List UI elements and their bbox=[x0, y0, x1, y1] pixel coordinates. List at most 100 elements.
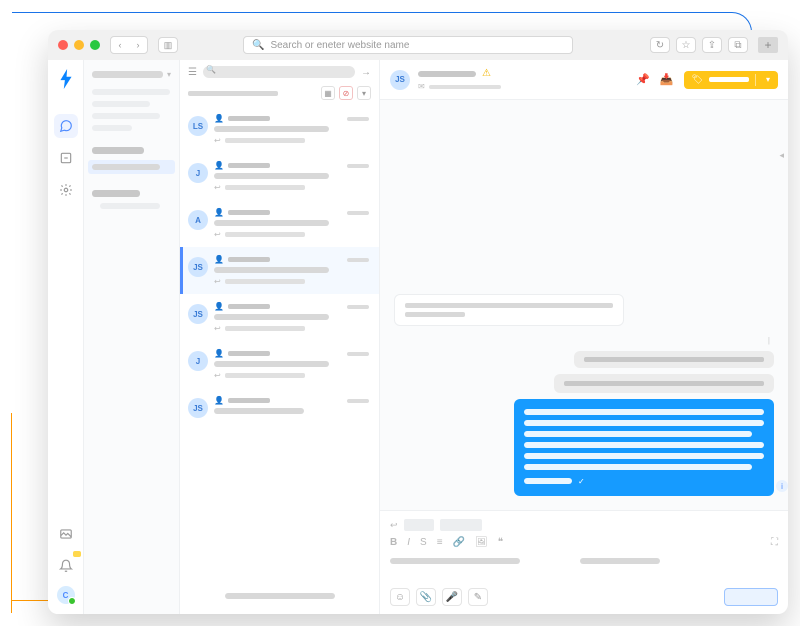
info-icon[interactable]: i bbox=[776, 480, 788, 492]
bookmark-icon[interactable]: ☆ bbox=[676, 37, 696, 53]
forward-icon[interactable]: › bbox=[129, 37, 147, 53]
mic-icon[interactable]: 🎤 bbox=[442, 588, 462, 606]
forward-icon[interactable]: → bbox=[361, 67, 371, 78]
message-incoming bbox=[394, 294, 624, 326]
thread-item[interactable]: JS 👤 bbox=[180, 388, 379, 430]
italic-icon[interactable]: I bbox=[407, 537, 410, 548]
inbox-icon[interactable] bbox=[54, 146, 78, 170]
sidebar: ▾ bbox=[84, 60, 180, 614]
image-icon[interactable]: 🖼 bbox=[475, 537, 488, 548]
collapse-icon[interactable]: ◂ bbox=[779, 150, 784, 161]
browser-window: ‹ › ▥ 🔍 Search or eneter website name ↻ … bbox=[48, 30, 788, 614]
avatar: A bbox=[188, 210, 208, 230]
close-icon[interactable] bbox=[58, 40, 68, 50]
avatar: J bbox=[188, 163, 208, 183]
grid-icon[interactable]: ▦ bbox=[321, 86, 335, 100]
address-bar[interactable]: 🔍 Search or eneter website name bbox=[243, 36, 573, 54]
reply-icon: ↩ bbox=[214, 371, 221, 380]
tag-chip[interactable] bbox=[440, 519, 482, 531]
send-button[interactable] bbox=[724, 588, 778, 606]
sidebar-group-label bbox=[92, 190, 140, 197]
filter-icon[interactable]: ☰ bbox=[188, 67, 197, 78]
composer-toolbar: B I S ≡ 🔗 🖼 ❝ ⛶ bbox=[390, 537, 778, 548]
sidebar-header[interactable]: ▾ bbox=[92, 70, 171, 79]
sidebar-item[interactable] bbox=[92, 101, 150, 107]
back-icon[interactable]: ‹ bbox=[111, 37, 129, 53]
conversation-panel: JS ⚠ ✉ 📌 📥 🏷 bbox=[380, 60, 788, 614]
maximize-icon[interactable] bbox=[90, 40, 100, 50]
warning-icon: ⚠ bbox=[482, 68, 491, 79]
expand-icon[interactable]: ⛶ bbox=[771, 537, 778, 548]
chat-icon[interactable] bbox=[54, 114, 78, 138]
quote-icon[interactable]: ❝ bbox=[498, 537, 503, 548]
composer-bottom: ☺ 📎 🎤 ✎ bbox=[390, 588, 778, 606]
check-icon: ✓ bbox=[578, 477, 585, 486]
thread-item[interactable]: A 👤 ↩ bbox=[180, 200, 379, 247]
bold-icon[interactable]: B bbox=[390, 537, 397, 548]
avatar: JS bbox=[188, 257, 208, 277]
screenshot-icon[interactable] bbox=[54, 522, 78, 546]
thread-chips: ▦ ⊘ ▾ bbox=[180, 84, 379, 106]
sidebar-item[interactable] bbox=[92, 89, 170, 95]
message-outgoing bbox=[574, 351, 774, 368]
archive-icon[interactable]: 📥 bbox=[660, 73, 674, 86]
close-filter-icon[interactable]: ⊘ bbox=[339, 86, 353, 100]
link-icon[interactable]: 🔗 bbox=[453, 537, 465, 548]
list-icon[interactable]: ≡ bbox=[437, 537, 443, 548]
signature-icon[interactable]: ✎ bbox=[468, 588, 488, 606]
message-area: ◂ | ✓ bbox=[380, 100, 788, 510]
emoji-icon[interactable]: ☺ bbox=[390, 588, 410, 606]
tabs-icon[interactable]: ⧉ bbox=[728, 37, 748, 53]
tag-icon: 🏷 bbox=[692, 74, 703, 85]
thread-search-input[interactable] bbox=[203, 66, 355, 78]
titlebar: ‹ › ▥ 🔍 Search or eneter website name ↻ … bbox=[48, 30, 788, 60]
thread-list-panel: ☰ → ▦ ⊘ ▾ LS 👤 ↩ J bbox=[180, 60, 380, 614]
settings-icon[interactable] bbox=[54, 178, 78, 202]
conversation-header: JS ⚠ ✉ 📌 📥 🏷 bbox=[380, 60, 788, 100]
strike-icon[interactable]: S bbox=[420, 537, 427, 548]
sidebar-item[interactable] bbox=[92, 125, 132, 131]
avatar: J bbox=[188, 351, 208, 371]
thread-item[interactable]: JS 👤 ↩ bbox=[180, 294, 379, 341]
composer-tags: ↩ bbox=[390, 519, 778, 531]
sidebar-toggle-icon[interactable]: ▥ bbox=[158, 37, 178, 53]
tag-chip[interactable] bbox=[404, 519, 434, 531]
minimize-icon[interactable] bbox=[74, 40, 84, 50]
reload-icon[interactable]: ↻ bbox=[650, 37, 670, 53]
status-dropdown[interactable]: 🏷 ▾ bbox=[684, 71, 778, 89]
avatar: LS bbox=[188, 116, 208, 136]
avatar: JS bbox=[188, 304, 208, 324]
mail-icon: ✉ bbox=[418, 82, 425, 91]
avatar-initial: C bbox=[63, 591, 69, 600]
avatar: JS bbox=[390, 70, 410, 90]
sidebar-item[interactable] bbox=[92, 113, 160, 119]
composer-textarea[interactable] bbox=[390, 558, 778, 578]
reply-icon: ↩ bbox=[214, 136, 221, 145]
sidebar-item-active[interactable] bbox=[88, 160, 175, 174]
window-controls bbox=[58, 40, 100, 50]
thread-item[interactable]: J 👤 ↩ bbox=[180, 153, 379, 200]
share-icon[interactable]: ⇪ bbox=[702, 37, 722, 53]
reply-icon: ↩ bbox=[214, 183, 221, 192]
filter-chip[interactable] bbox=[188, 91, 278, 96]
sidebar-item[interactable] bbox=[100, 203, 160, 209]
chevron-down-icon[interactable]: ▾ bbox=[357, 86, 371, 100]
thread-item[interactable]: LS 👤 ↩ bbox=[180, 106, 379, 153]
avatar[interactable]: C bbox=[57, 586, 75, 604]
reply-icon: ↩ bbox=[214, 230, 221, 239]
search-icon: 🔍 bbox=[252, 40, 264, 51]
thread-item-selected[interactable]: JS 👤 ↩ bbox=[180, 247, 379, 294]
new-tab-icon[interactable]: + bbox=[758, 37, 778, 53]
app-logo[interactable] bbox=[57, 68, 75, 90]
composer: ↩ B I S ≡ 🔗 🖼 ❝ ⛶ bbox=[380, 510, 788, 614]
timestamp: | bbox=[768, 336, 770, 345]
message-outgoing-highlight: ✓ i bbox=[514, 399, 774, 496]
thread-toolbar: ☰ → bbox=[180, 60, 379, 84]
attach-icon[interactable]: 📎 bbox=[416, 588, 436, 606]
thread-list-footer bbox=[180, 576, 379, 614]
message-outgoing-group: | ✓ i bbox=[514, 336, 774, 496]
pin-icon[interactable]: 📌 bbox=[636, 73, 650, 86]
bell-icon[interactable] bbox=[54, 554, 78, 578]
thread-item[interactable]: J 👤 ↩ bbox=[180, 341, 379, 388]
reply-icon: ↩ bbox=[390, 520, 398, 531]
